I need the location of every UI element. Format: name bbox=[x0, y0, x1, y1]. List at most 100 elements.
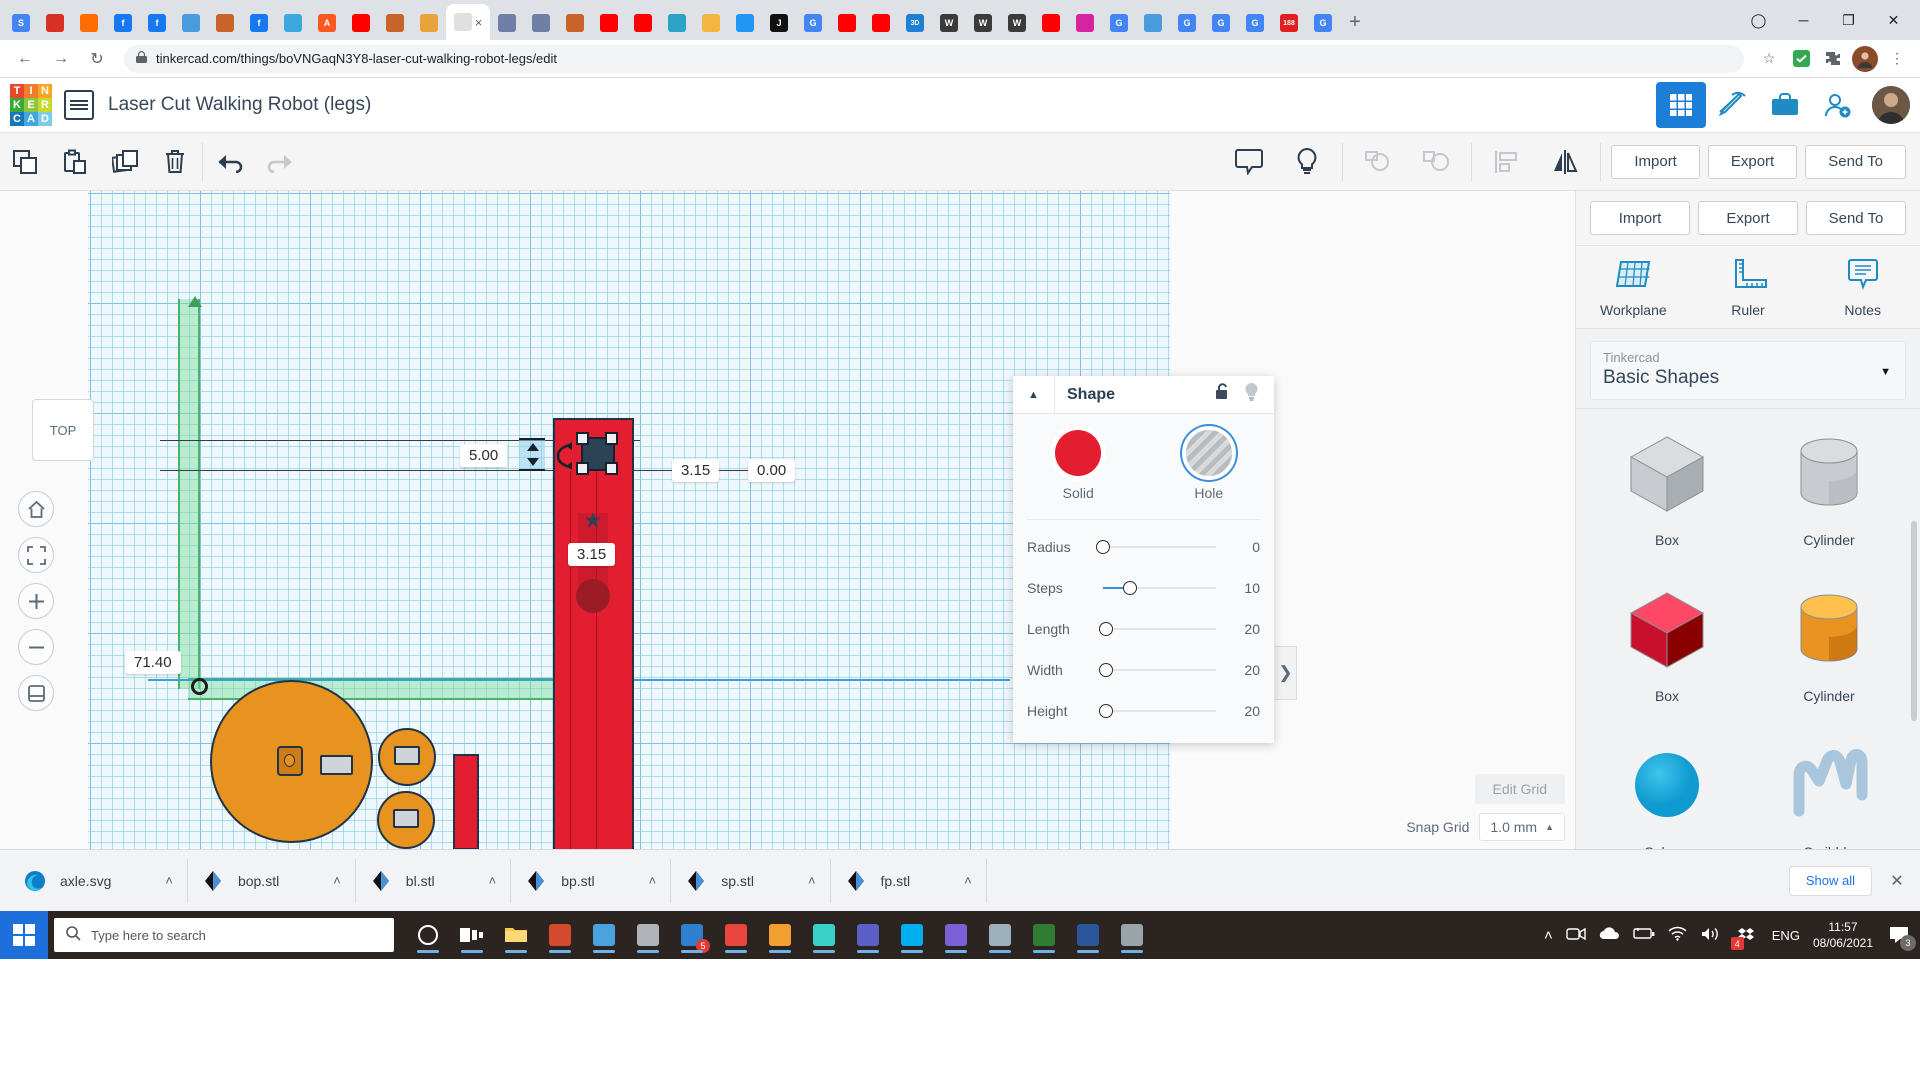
window-close-button[interactable]: ✕ bbox=[1871, 4, 1916, 36]
window-restore-icon[interactable]: ◯ bbox=[1736, 4, 1781, 36]
close-downloads-icon[interactable]: ✕ bbox=[1880, 871, 1914, 891]
taskbar-mail-icon[interactable]: 5 bbox=[672, 915, 712, 955]
taskbar-fusion360-icon[interactable] bbox=[628, 915, 668, 955]
shape-library-item[interactable]: Cylinder bbox=[1748, 569, 1910, 725]
user-avatar[interactable] bbox=[1872, 86, 1910, 124]
browser-tab[interactable]: 3D bbox=[898, 6, 932, 40]
browser-tab[interactable]: G bbox=[1102, 6, 1136, 40]
rotate-handle-icon[interactable] bbox=[552, 441, 576, 471]
ungroup-icon[interactable] bbox=[1411, 139, 1461, 185]
dropbox-icon[interactable]: 4 bbox=[1730, 922, 1759, 950]
extension-puzzle-icon[interactable] bbox=[1820, 46, 1846, 72]
onedrive-icon[interactable] bbox=[1599, 926, 1620, 944]
browser-tab[interactable] bbox=[694, 6, 728, 40]
sidebar-scrollbar[interactable] bbox=[1911, 521, 1917, 721]
taskbar-teams-icon[interactable] bbox=[848, 915, 888, 955]
taskbar-cura-icon[interactable] bbox=[980, 915, 1020, 955]
taskbar-store-icon[interactable] bbox=[540, 915, 580, 955]
zoom-out-icon[interactable] bbox=[18, 629, 54, 665]
window-minimize-button[interactable]: ─ bbox=[1781, 4, 1826, 36]
taskbar-paint3d-icon[interactable] bbox=[584, 915, 624, 955]
ruler-tool[interactable]: Ruler bbox=[1691, 246, 1806, 328]
browser-tab[interactable]: G bbox=[1170, 6, 1204, 40]
forward-button[interactable]: → bbox=[46, 44, 76, 74]
selection-corner-tr[interactable] bbox=[605, 432, 618, 445]
shape-library-item[interactable]: Box bbox=[1586, 569, 1748, 725]
property-value[interactable]: 10 bbox=[1226, 580, 1260, 596]
browser-tab[interactable] bbox=[174, 6, 208, 40]
taskbar-clock[interactable]: 11:57 08/06/2021 bbox=[1813, 919, 1873, 951]
language-indicator[interactable]: ENG bbox=[1772, 928, 1800, 943]
fit-view-icon[interactable] bbox=[18, 537, 54, 573]
download-menu-caret-icon[interactable]: ˄ bbox=[808, 873, 816, 888]
browser-tab[interactable]: G bbox=[796, 6, 830, 40]
selection-corner-br[interactable] bbox=[605, 462, 618, 475]
property-value[interactable]: 0 bbox=[1226, 539, 1260, 555]
browser-tab[interactable] bbox=[490, 6, 524, 40]
taskbar-cortana-icon[interactable] bbox=[408, 915, 448, 955]
projects-bag-icon[interactable] bbox=[1760, 82, 1810, 128]
dimension-label-thickness-315[interactable]: 3.15 bbox=[568, 543, 616, 566]
canvas-shape-gear-slot[interactable] bbox=[320, 755, 353, 775]
volume-icon[interactable] bbox=[1700, 926, 1720, 945]
align-icon[interactable] bbox=[1482, 139, 1532, 185]
slider-knob[interactable] bbox=[1099, 621, 1114, 636]
browser-tab[interactable] bbox=[524, 6, 558, 40]
browser-tab[interactable]: A bbox=[310, 6, 344, 40]
property-value[interactable]: 20 bbox=[1226, 662, 1260, 678]
slider-knob[interactable] bbox=[1123, 580, 1138, 595]
address-bar[interactable]: tinkercad.com/things/boVNGaqN3Y8-laser-c… bbox=[124, 44, 1744, 73]
canvas-shape-small-bar[interactable] bbox=[453, 754, 479, 849]
undo-icon[interactable] bbox=[205, 139, 255, 185]
editor-canvas[interactable]: × bbox=[0, 191, 1575, 849]
taskbar-search[interactable]: Type here to search bbox=[54, 918, 394, 952]
tools-pickaxe-icon[interactable] bbox=[1708, 82, 1758, 128]
download-item[interactable]: fp.stl ˄ bbox=[831, 858, 987, 903]
browser-tab[interactable] bbox=[344, 6, 378, 40]
paste-icon[interactable] bbox=[50, 139, 100, 185]
browser-tab[interactable] bbox=[1034, 6, 1068, 40]
browser-tab[interactable]: f bbox=[242, 6, 276, 40]
selection-corner-bl[interactable] bbox=[576, 462, 589, 475]
browser-tab[interactable] bbox=[378, 6, 412, 40]
send-to-button[interactable]: Send To bbox=[1805, 144, 1906, 179]
shape-library-item[interactable]: Box bbox=[1586, 413, 1748, 569]
view-mode-icon[interactable] bbox=[18, 675, 54, 711]
browser-tab-active[interactable]: × bbox=[446, 4, 490, 40]
view-cube[interactable]: TOP bbox=[32, 399, 94, 461]
dimension-label-offset-315[interactable]: 3.15 bbox=[672, 459, 720, 482]
sidebar-export-button[interactable]: Export bbox=[1698, 201, 1798, 235]
show-all-downloads-button[interactable]: Show all bbox=[1788, 865, 1872, 896]
dimension-label-height-5[interactable]: 5.00 bbox=[460, 444, 508, 467]
zoom-in-icon[interactable] bbox=[18, 583, 54, 619]
notes-tool[interactable]: Notes bbox=[1805, 246, 1920, 328]
download-menu-caret-icon[interactable]: ˄ bbox=[165, 873, 173, 888]
bookmark-star-icon[interactable]: ☆ bbox=[1756, 46, 1782, 72]
lightbulb-icon[interactable] bbox=[1282, 139, 1332, 185]
redo-icon[interactable] bbox=[255, 139, 305, 185]
browser-tab[interactable] bbox=[864, 6, 898, 40]
sidebar-send-to-button[interactable]: Send To bbox=[1806, 201, 1906, 235]
property-slider-length[interactable] bbox=[1099, 620, 1216, 638]
browser-tab[interactable] bbox=[208, 6, 242, 40]
lightbulb-icon[interactable] bbox=[1243, 382, 1260, 407]
start-button[interactable] bbox=[0, 911, 48, 959]
slider-knob[interactable] bbox=[1096, 539, 1110, 554]
shape-properties-panel[interactable]: ▲ Shape Solid Hole Radius 0 Steps 10 Len… bbox=[1013, 376, 1274, 743]
download-item[interactable]: axle.svg ˄ bbox=[10, 858, 188, 903]
browser-tab[interactable]: f bbox=[106, 6, 140, 40]
group-icon[interactable] bbox=[1353, 139, 1403, 185]
slider-knob[interactable] bbox=[1099, 662, 1114, 677]
browser-tab[interactable]: G bbox=[1306, 6, 1340, 40]
window-maximize-button[interactable]: ❐ bbox=[1826, 4, 1871, 36]
browser-tab[interactable]: J bbox=[762, 6, 796, 40]
duplicate-icon[interactable] bbox=[100, 139, 150, 185]
sidebar-import-button[interactable]: Import bbox=[1590, 201, 1690, 235]
grid-view-icon[interactable] bbox=[1656, 82, 1706, 128]
dimension-label-offset-000[interactable]: 0.00 bbox=[748, 459, 796, 482]
import-button[interactable]: Import bbox=[1611, 144, 1700, 179]
home-view-icon[interactable] bbox=[18, 491, 54, 527]
property-value[interactable]: 20 bbox=[1226, 621, 1260, 637]
browser-tab[interactable]: S bbox=[4, 6, 38, 40]
shape-library-item[interactable]: Cylinder bbox=[1748, 413, 1910, 569]
